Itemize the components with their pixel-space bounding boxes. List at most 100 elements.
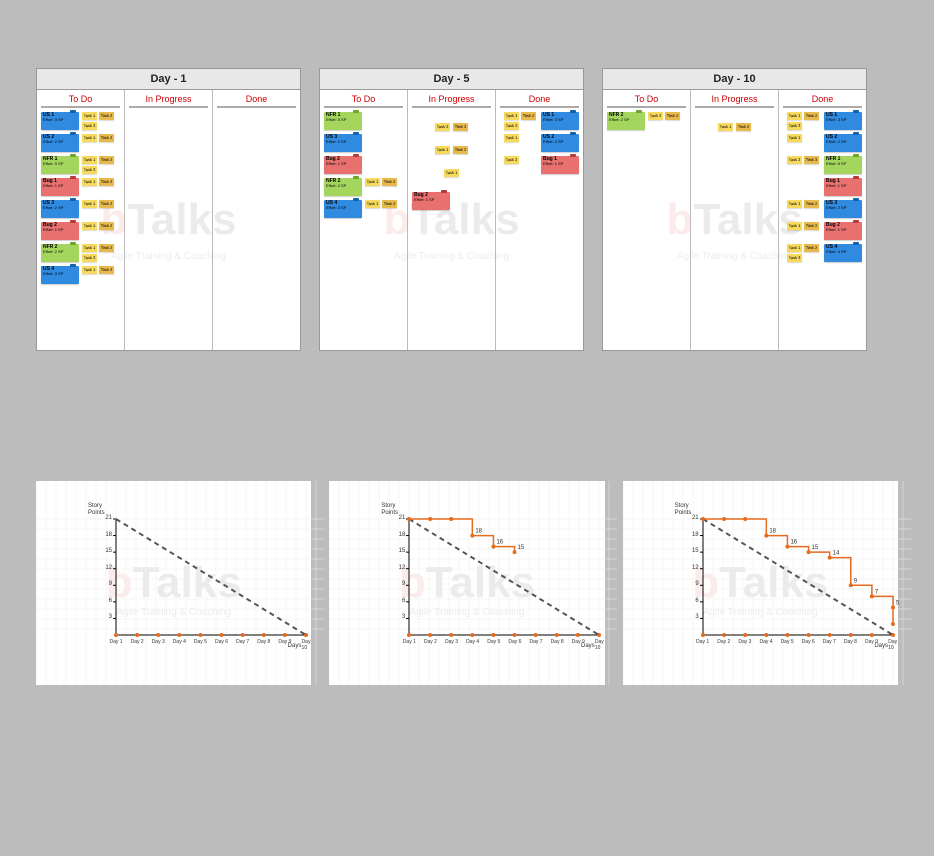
task-sticky[interactable]: Task 1 <box>82 200 97 208</box>
story-card-us2[interactable]: US 2Effort: 2 SP <box>541 134 579 152</box>
task-sticky[interactable]: Task 2 <box>99 134 114 142</box>
task-sticky[interactable]: Task 2 <box>804 244 819 252</box>
x-tick: Day 2 <box>717 639 730 645</box>
task-sticky[interactable]: Task 3 <box>82 166 97 174</box>
story-card-us1[interactable]: US 1Effort: 3 SP <box>824 112 862 130</box>
story-row: US 4Effort: 3 SPTask 1Task 2 <box>41 266 120 284</box>
task-sticky[interactable]: Task 1 <box>82 178 97 186</box>
task-sticky[interactable]: Task 3 <box>787 254 802 262</box>
task-sticky[interactable]: Task 1 <box>504 134 519 142</box>
tasks-cluster: Task 1Task 2 <box>365 178 399 186</box>
tasks-cluster: Task 2Task 3 <box>648 112 682 120</box>
task-sticky[interactable]: Task 1 <box>82 112 97 120</box>
story-card-bug2[interactable]: Bug 2Effort: 1 SP <box>324 156 362 174</box>
task-sticky[interactable]: Task 2 <box>787 156 802 164</box>
story-card-us4[interactable]: US 4Effort: 3 SP <box>41 266 79 284</box>
tasks-cluster: Task 1Task 2Task 3 <box>504 112 538 130</box>
x-tick: Day 4 <box>173 639 186 645</box>
svg-text:14: 14 <box>832 551 839 557</box>
board-columns: bTalksAgile Training & CoachingTo DoNFR … <box>603 90 866 350</box>
x-tick: Day 3 <box>738 639 751 645</box>
task-sticky[interactable]: Task 2 <box>804 200 819 208</box>
story-card-us3[interactable]: US 3Effort: 2 SP <box>824 200 862 218</box>
task-sticky[interactable]: Task 2 <box>736 123 751 131</box>
task-sticky[interactable]: Task 1 <box>82 156 97 164</box>
burndown-chart: bTalksAgile Training & Coaching181615Sto… <box>329 481 604 685</box>
story-card-bug1[interactable]: Bug 1Effort: 1 SP <box>541 156 579 174</box>
task-sticky[interactable]: Task 1 <box>82 222 97 230</box>
story-card-us4[interactable]: US 4Effort: 3 SP <box>824 244 862 262</box>
task-sticky[interactable]: Task 1 <box>435 146 450 154</box>
task-sticky[interactable]: Task 2 <box>99 200 114 208</box>
task-sticky[interactable]: Task 2 <box>99 222 114 230</box>
story-row: Task 1Task 2 Bug 2Effort: 1 SP <box>783 222 862 240</box>
story-card-bug1[interactable]: Bug 1Effort: 1 SP <box>41 178 79 196</box>
task-sticky[interactable]: Task 2 <box>453 146 468 154</box>
story-card-bug2[interactable]: Bug 2Effort: 1 SP <box>41 222 79 240</box>
task-sticky[interactable]: Task 2 <box>99 156 114 164</box>
y-tick: 15 <box>395 548 405 554</box>
task-sticky[interactable]: Task 3 <box>504 122 519 130</box>
x-tick: Day 5 <box>781 639 794 645</box>
story-card-bug2[interactable]: Bug 2Effort: 1 SP <box>412 192 450 210</box>
task-sticky[interactable]: Task 2 <box>382 200 397 208</box>
story-row: NFR 2Effort: 2 SPTask 1Task 2 <box>324 178 403 196</box>
board-columns: bTalksAgile Training & CoachingTo DoUS 1… <box>37 90 300 350</box>
task-sticky[interactable]: Task 2 <box>648 112 663 120</box>
story-card-us3[interactable]: US 3Effort: 2 SP <box>41 200 79 218</box>
task-sticky[interactable]: Task 2 <box>804 222 819 230</box>
story-card-nfr2[interactable]: NFR 2Effort: 2 SP <box>41 244 79 262</box>
task-sticky[interactable]: Task 2 <box>99 266 114 274</box>
task-sticky[interactable]: Task 1 <box>365 200 380 208</box>
task-sticky[interactable]: Task 1 <box>82 244 97 252</box>
story-effort: Effort: 5 SP <box>326 118 360 122</box>
task-sticky[interactable]: Task 2 <box>504 156 519 164</box>
task-sticky[interactable]: Task 2 <box>382 178 397 186</box>
story-row: Task 1Task 2Task 3 US 1Effort: 3 SP <box>783 112 862 130</box>
story-card-us4[interactable]: US 4Effort: 3 SP <box>324 200 362 218</box>
task-sticky[interactable]: Task 1 <box>787 112 802 120</box>
task-sticky[interactable]: Task 3 <box>787 122 802 130</box>
story-card-us1[interactable]: US 1Effort: 3 SP <box>41 112 79 130</box>
task-sticky[interactable]: Task 1 <box>718 123 733 131</box>
story-card-us2[interactable]: US 2Effort: 2 SP <box>824 134 862 152</box>
story-card-bug2[interactable]: Bug 2Effort: 1 SP <box>824 222 862 240</box>
task-sticky[interactable]: Task 1 <box>787 244 802 252</box>
task-sticky[interactable]: Task 2 <box>99 244 114 252</box>
task-sticky[interactable]: Task 1 <box>365 178 380 186</box>
task-sticky[interactable]: Task 1 <box>504 112 519 120</box>
task-sticky[interactable]: Task 1 <box>787 200 802 208</box>
story-card-nfr2[interactable]: NFR 2Effort: 2 SP <box>324 178 362 196</box>
story-card-nfr1[interactable]: NFR 1Effort: 5 SP <box>324 112 362 130</box>
task-sticky[interactable]: Task 1 <box>787 222 802 230</box>
task-sticky[interactable]: Task 3 <box>82 254 97 262</box>
task-sticky[interactable]: Task 2 <box>99 112 114 120</box>
y-tick: 3 <box>689 614 699 620</box>
story-card-us3[interactable]: US 3Effort: 2 SP <box>324 134 362 152</box>
task-sticky[interactable]: Task 1 <box>82 266 97 274</box>
column-todo: To DoUS 1Effort: 3 SPTask 1Task 2Task 3U… <box>37 90 125 350</box>
task-sticky[interactable]: Task 3 <box>82 122 97 130</box>
task-sticky[interactable]: Task 1 <box>82 134 97 142</box>
story-card-nfr1[interactable]: NFR 1Effort: 5 SP <box>41 156 79 174</box>
story-card-us2[interactable]: US 2Effort: 2 SP <box>41 134 79 152</box>
task-sticky[interactable]: Task 2 <box>521 112 536 120</box>
story-card-bug1[interactable]: Bug 1Effort: 1 SP <box>824 178 862 196</box>
story-effort: Effort: 3 SP <box>43 118 77 122</box>
sprint-board: Day - 10bTalksAgile Training & CoachingT… <box>602 68 867 351</box>
task-sticky[interactable]: Task 1 <box>787 134 802 142</box>
x-tick: Day 10 <box>302 639 311 651</box>
story-effort: Effort: 2 SP <box>826 206 860 210</box>
task-sticky[interactable]: Task 3 <box>804 156 819 164</box>
task-sticky[interactable]: Task 1 <box>444 169 459 177</box>
task-sticky[interactable]: Task 2 <box>435 123 450 131</box>
task-sticky[interactable]: Task 2 <box>804 112 819 120</box>
task-sticky[interactable]: Task 3 <box>665 112 680 120</box>
tasks-cluster: Task 1Task 2 <box>82 266 116 274</box>
y-axis-label: Story <box>88 503 102 509</box>
task-sticky[interactable]: Task 2 <box>99 178 114 186</box>
story-card-nfr1[interactable]: NFR 1Effort: 5 SP <box>824 156 862 174</box>
story-card-us1[interactable]: US 1Effort: 3 SP <box>541 112 579 130</box>
story-card-nfr2[interactable]: NFR 2Effort: 2 SP <box>607 112 645 130</box>
task-sticky[interactable]: Task 3 <box>453 123 468 131</box>
